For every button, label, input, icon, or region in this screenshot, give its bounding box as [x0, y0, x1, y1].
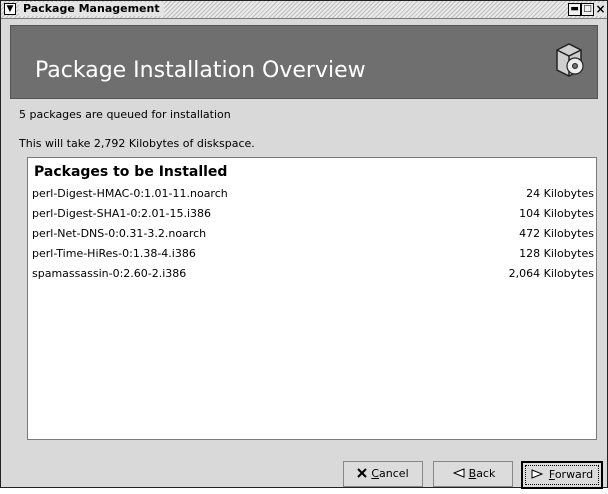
list-item: perl-Time-HiRes-0:1.38-4.i386 128 Kiloby…: [32, 246, 594, 262]
minimize-icon[interactable]: ▬: [568, 3, 581, 16]
window-title: Package Management: [19, 2, 164, 16]
back-arrow-icon: [452, 468, 465, 478]
package-management-window: ▼ Package Management ▬ □ × Package Insta…: [0, 0, 608, 489]
cancel-label: ancel: [379, 467, 409, 480]
window-menu-icon[interactable]: ▼: [4, 3, 16, 15]
maximize-icon[interactable]: □: [581, 3, 594, 16]
diskspace-text: This will take 2,792 Kilobytes of disksp…: [19, 137, 255, 150]
package-size: 472 Kilobytes: [519, 227, 594, 240]
cancel-mnemonic: C: [371, 467, 380, 480]
package-size: 128 Kilobytes: [519, 247, 594, 260]
queued-count-text: 5 packages are queued for installation: [19, 108, 231, 121]
list-item: perl-Digest-SHA1-0:2.01-15.i386 104 Kilo…: [32, 206, 594, 222]
package-size: 2,064 Kilobytes: [508, 267, 594, 280]
package-disk-icon: [556, 43, 584, 77]
title-bar[interactable]: ▼ Package Management ▬ □ ×: [1, 1, 607, 19]
package-name: perl-Net-DNS-0:0.31-3.2.noarch: [32, 227, 207, 240]
cancel-button[interactable]: Cancel: [343, 461, 423, 487]
package-list[interactable]: Packages to be Installed perl-Digest-HMA…: [27, 157, 597, 440]
list-item: perl-Digest-HMAC-0:1.01-11.noarch 24 Kil…: [32, 186, 594, 202]
list-item: spamassassin-0:2.60-2.i386 2,064 Kilobyt…: [32, 266, 594, 282]
package-name: perl-Time-HiRes-0:1.38-4.i386: [32, 247, 196, 260]
back-label: ack: [476, 467, 496, 480]
cancel-x-icon: [357, 468, 368, 478]
forward-button[interactable]: Forward: [521, 461, 603, 489]
package-name: perl-Digest-SHA1-0:2.01-15.i386: [32, 207, 212, 220]
close-icon[interactable]: ×: [594, 3, 607, 16]
package-name: perl-Digest-HMAC-0:1.01-11.noarch: [32, 187, 228, 200]
forward-label: orward: [554, 468, 594, 481]
list-heading: Packages to be Installed: [34, 164, 228, 180]
page-title: Package Installation Overview: [35, 58, 366, 83]
forward-arrow-icon: [531, 469, 544, 479]
package-size: 104 Kilobytes: [519, 207, 594, 220]
header-banner: Package Installation Overview: [10, 25, 598, 99]
forward-focus-ring: Forward: [525, 465, 599, 485]
list-item: perl-Net-DNS-0:0.31-3.2.noarch 472 Kilob…: [32, 226, 594, 242]
package-name: spamassassin-0:2.60-2.i386: [32, 267, 187, 280]
back-button[interactable]: Back: [433, 461, 513, 487]
package-size: 24 Kilobytes: [526, 187, 594, 200]
